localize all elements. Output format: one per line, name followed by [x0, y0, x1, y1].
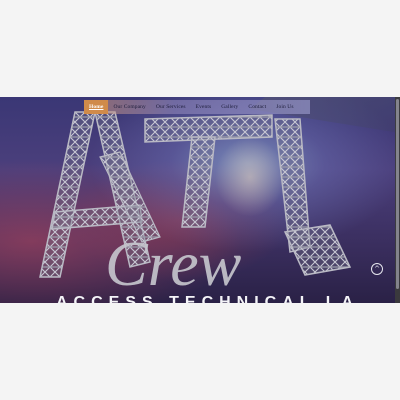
main-nav: Home Our Company Our Services Events Gal… — [84, 100, 310, 114]
nav-item-our-company[interactable]: Our Company — [108, 100, 150, 114]
scrollbar-thumb[interactable] — [396, 99, 399, 289]
page-background — [0, 303, 400, 400]
logo-letter-t — [144, 114, 273, 228]
chevron-up-icon: ^ — [374, 264, 380, 273]
hero-banner: Crew — [0, 97, 400, 303]
nav-item-our-services[interactable]: Our Services — [151, 100, 191, 114]
logo-letter-l — [274, 118, 352, 276]
nav-item-home[interactable]: Home — [84, 100, 109, 114]
nav-item-contact[interactable]: Contact — [243, 100, 271, 114]
nav-item-join-us[interactable]: Join Us — [271, 100, 298, 114]
nav-item-events[interactable]: Events — [191, 100, 217, 114]
nav-item-gallery[interactable]: Gallery — [216, 100, 243, 114]
hero-tagline: ACCESS TECHNICAL LABOR — [56, 294, 356, 303]
logo-script-word: Crew — [105, 228, 242, 299]
scroll-up-button[interactable]: ^ — [371, 263, 383, 275]
atl-truss-logo: Crew — [39, 111, 352, 299]
